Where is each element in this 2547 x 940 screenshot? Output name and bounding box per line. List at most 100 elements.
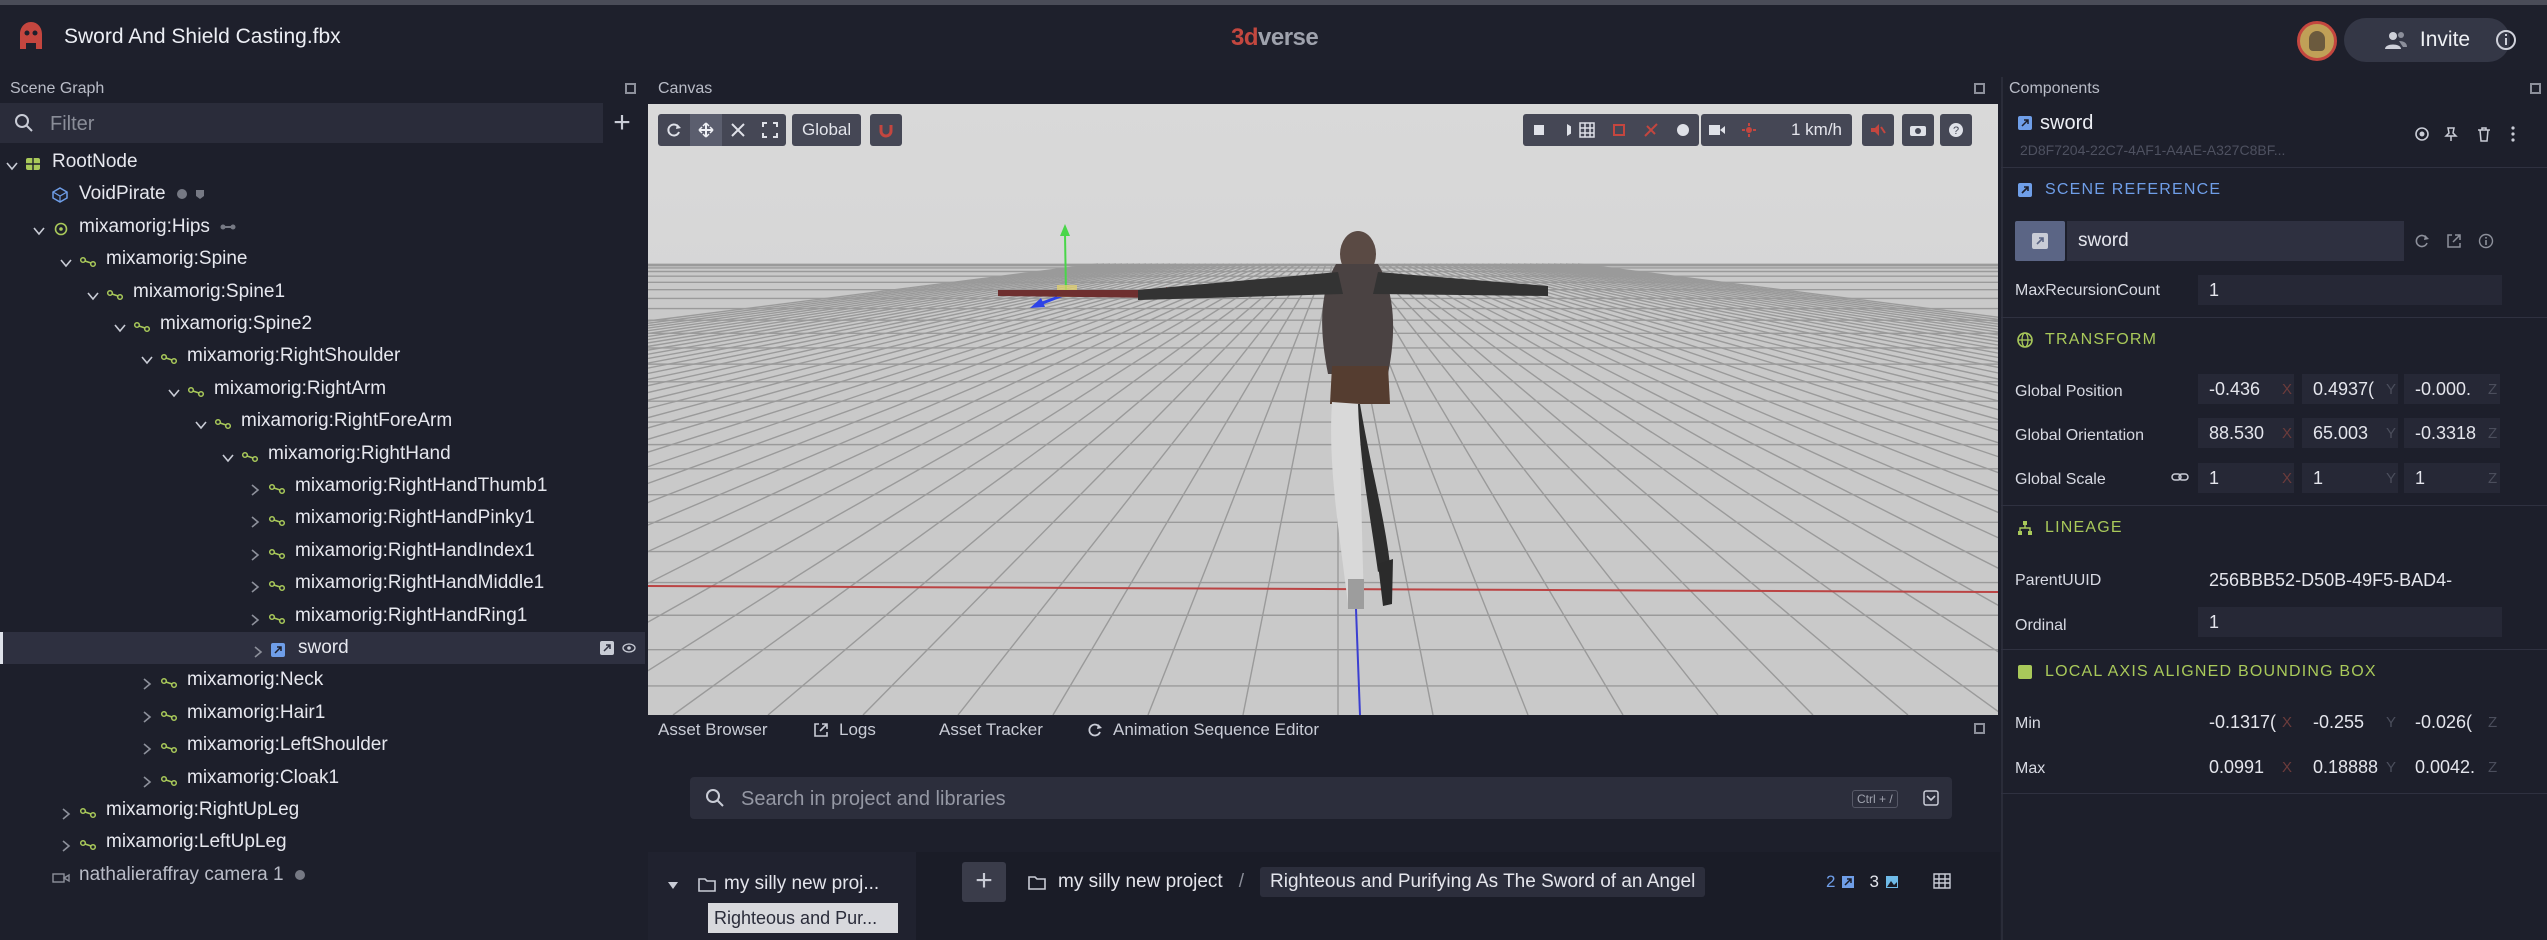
eye-icon[interactable] bbox=[622, 641, 636, 655]
chevron-down-icon[interactable] bbox=[114, 318, 126, 333]
ordinal-input[interactable]: 1 bbox=[2198, 607, 2502, 637]
translate-icon[interactable] bbox=[690, 114, 722, 146]
tree-node[interactable]: VoidPirate bbox=[0, 178, 645, 210]
chevron-right-icon[interactable] bbox=[60, 836, 72, 853]
tab-logs[interactable]: Logs bbox=[813, 720, 876, 740]
tree-node[interactable]: mixamorig:RightHandThumb1 bbox=[0, 470, 645, 502]
scene-reference-thumbnail[interactable] bbox=[2015, 221, 2065, 261]
scene-reference-value[interactable]: sword bbox=[2067, 221, 2404, 261]
debug-lines-icon[interactable] bbox=[1635, 114, 1667, 146]
breadcrumb-project[interactable]: my silly new project bbox=[1058, 871, 1223, 893]
scene-graph-maximize-icon[interactable] bbox=[625, 83, 636, 94]
chevron-right-icon[interactable] bbox=[249, 545, 261, 561]
chevron-right-icon[interactable] bbox=[249, 610, 261, 626]
vector-component-field[interactable]: 1 bbox=[2302, 463, 2398, 493]
chevron-down-icon[interactable] bbox=[60, 253, 72, 268]
audio-button[interactable] bbox=[1862, 114, 1894, 146]
chevron-right-icon[interactable] bbox=[249, 480, 261, 496]
tree-node[interactable]: RootNode bbox=[0, 146, 645, 178]
max-recursion-input[interactable]: 1 bbox=[2198, 275, 2502, 305]
chevron-down-icon[interactable] bbox=[33, 221, 45, 236]
tree-node[interactable]: mixamorig:RightUpLeg bbox=[0, 794, 645, 826]
vector-component-field[interactable]: -0.436 bbox=[2198, 374, 2294, 404]
tree-node[interactable]: mixamorig:Hair1 bbox=[0, 697, 645, 729]
video-camera-icon[interactable] bbox=[1701, 114, 1733, 146]
chevron-right-icon[interactable] bbox=[141, 707, 153, 723]
grid-icon[interactable] bbox=[1571, 114, 1603, 146]
canvas-viewport[interactable]: Global 1 km/h ? bbox=[648, 104, 1998, 715]
texture-type-icon[interactable] bbox=[1885, 875, 1899, 889]
tree-project-label[interactable]: my silly new proj... bbox=[724, 873, 879, 895]
chevron-right-icon[interactable] bbox=[141, 674, 153, 691]
tree-node[interactable]: mixamorig:Hips bbox=[0, 211, 645, 243]
snap-button[interactable] bbox=[870, 114, 902, 146]
vector-component-field[interactable]: 1 bbox=[2198, 463, 2294, 493]
user-avatar[interactable] bbox=[2297, 21, 2337, 61]
info-icon[interactable] bbox=[2494, 28, 2518, 52]
vector-component-field[interactable]: 88.530 bbox=[2198, 418, 2294, 448]
bottom-panel-maximize-icon[interactable] bbox=[1974, 723, 1985, 734]
tree-node[interactable]: mixamorig:RightShoulder bbox=[0, 340, 645, 372]
tree-child-folder[interactable]: Righteous and Pur... bbox=[708, 903, 898, 933]
delete-icon[interactable] bbox=[2476, 126, 2492, 142]
parent-uuid-value[interactable]: 256BBB52-D50B-49F5-BAD4- bbox=[2198, 565, 2502, 595]
bounding-box-icon[interactable] bbox=[1603, 114, 1635, 146]
chevron-right-icon[interactable] bbox=[249, 577, 261, 593]
add-asset-button[interactable]: + bbox=[962, 862, 1006, 902]
scale-icon[interactable] bbox=[722, 114, 754, 146]
scene-link-icon[interactable] bbox=[600, 641, 614, 655]
tree-node[interactable]: mixamorig:RightHand bbox=[0, 438, 645, 470]
chevron-right-icon[interactable] bbox=[60, 804, 72, 820]
vector-component-field[interactable]: -0.026( bbox=[2404, 707, 2500, 737]
vector-component-field[interactable]: -0.000. bbox=[2404, 374, 2500, 404]
vector-component-field[interactable]: -0.3318 bbox=[2404, 418, 2500, 448]
section-lineage[interactable]: LINEAGE bbox=[2001, 505, 2547, 550]
section-scene-reference[interactable]: SCENE REFERENCE bbox=[2001, 167, 2547, 212]
chevron-down-icon[interactable] bbox=[6, 156, 18, 171]
app-logo-icon[interactable] bbox=[16, 19, 46, 53]
tree-node[interactable]: mixamorig:Spine2 bbox=[0, 308, 645, 340]
chevron-right-icon[interactable] bbox=[249, 512, 261, 529]
scene-type-icon[interactable] bbox=[1841, 875, 1855, 889]
vector-component-field[interactable]: 0.0042. bbox=[2404, 752, 2500, 782]
shading-icon[interactable] bbox=[1667, 114, 1699, 146]
grid-view-icon[interactable] bbox=[1933, 873, 1951, 889]
camera-speed-icon[interactable] bbox=[1733, 114, 1765, 146]
open-external-icon[interactable] bbox=[2446, 233, 2462, 249]
screenshot-button[interactable] bbox=[1902, 114, 1934, 146]
caret-down-icon[interactable] bbox=[668, 882, 678, 890]
asset-search-input[interactable] bbox=[739, 786, 1743, 812]
fit-icon[interactable] bbox=[754, 114, 786, 146]
tree-node[interactable]: mixamorig:Cloak1 bbox=[0, 762, 645, 794]
tree-node[interactable]: nathalieraffray camera 1 bbox=[0, 859, 645, 891]
help-button[interactable]: ? bbox=[1940, 114, 1972, 146]
chevron-right-icon[interactable] bbox=[141, 772, 153, 788]
tree-node[interactable]: mixamorig:LeftShoulder bbox=[0, 729, 645, 761]
section-transform[interactable]: TRANSFORM bbox=[2001, 317, 2547, 362]
tree-node[interactable]: mixamorig:RightHandRing1 bbox=[0, 600, 645, 632]
section-bounding-box[interactable]: LOCAL AXIS ALIGNED BOUNDING BOX bbox=[2001, 649, 2547, 694]
tab-animation-sequence-editor[interactable]: Animation Sequence Editor bbox=[1087, 720, 1319, 740]
tree-node[interactable]: sword bbox=[0, 632, 645, 664]
info-icon[interactable] bbox=[2478, 233, 2494, 249]
filter-input[interactable] bbox=[48, 111, 592, 137]
space-toggle[interactable]: Global bbox=[792, 114, 862, 146]
link-scale-icon[interactable] bbox=[2171, 470, 2189, 484]
vector-component-field[interactable]: 0.4937( bbox=[2302, 374, 2398, 404]
canvas-maximize-icon[interactable] bbox=[1974, 83, 1985, 94]
invite-button[interactable]: Invite bbox=[2344, 18, 2510, 62]
vector-component-field[interactable]: 0.0991 bbox=[2198, 752, 2294, 782]
tree-node[interactable]: mixamorig:Neck bbox=[0, 664, 645, 696]
entity-name[interactable]: sword bbox=[2040, 112, 2093, 135]
vector-component-field[interactable]: 65.003 bbox=[2302, 418, 2398, 448]
vector-component-field[interactable]: 1 bbox=[2404, 463, 2500, 493]
breadcrumb-folder[interactable]: Righteous and Purifying As The Sword of … bbox=[1260, 867, 1706, 897]
chevron-down-icon[interactable] bbox=[87, 286, 99, 300]
stop-icon[interactable] bbox=[1523, 114, 1555, 146]
vector-component-field[interactable]: -0.255 bbox=[2302, 707, 2398, 737]
chevron-down-icon[interactable] bbox=[195, 415, 207, 430]
chevron-right-icon[interactable] bbox=[141, 739, 153, 755]
chevron-down-icon[interactable] bbox=[222, 448, 234, 462]
tree-node[interactable]: mixamorig:RightArm bbox=[0, 373, 645, 405]
tree-node[interactable]: mixamorig:RightForeArm bbox=[0, 405, 645, 437]
